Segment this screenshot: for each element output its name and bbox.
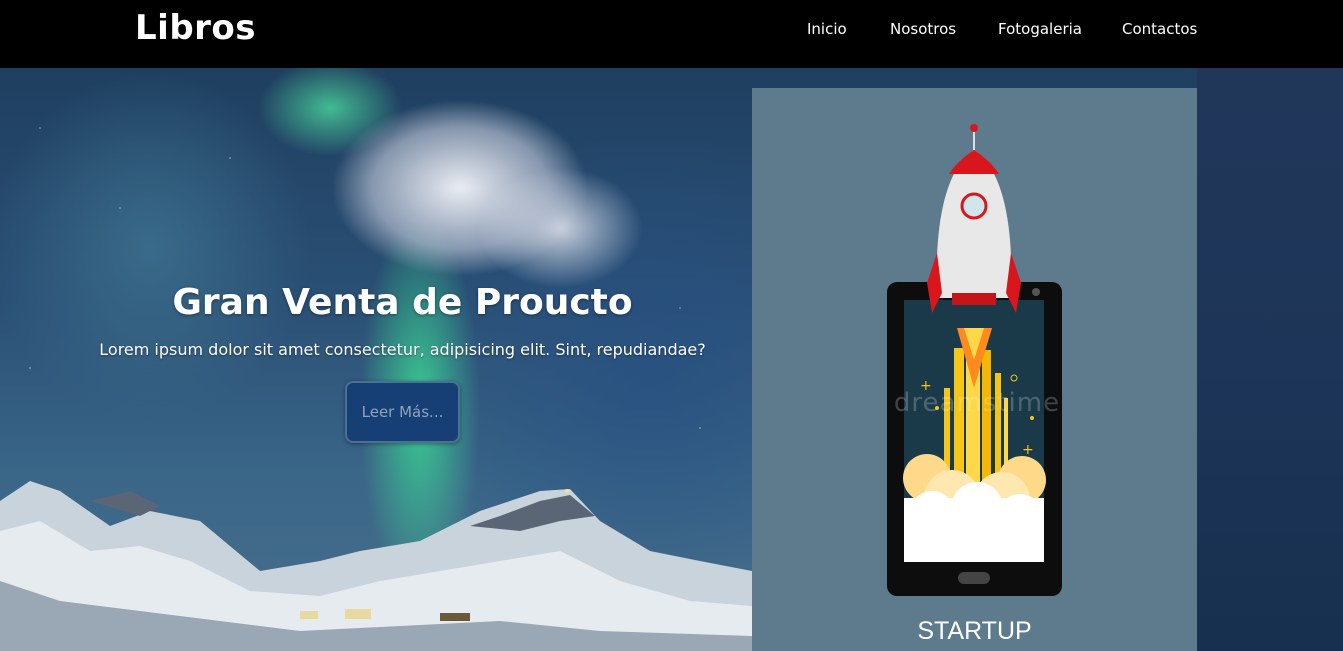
nav-item-contactos[interactable]: Contactos [1122,20,1197,38]
navbar: Libros Inicio Nosotros Fotogaleria Conta… [0,0,1343,68]
brand-logo[interactable]: Libros [135,8,256,48]
hero-title: Gran Venta de Proucto [172,282,633,323]
night-sky [1197,68,1343,651]
rocket-phone-illustration: + + [887,124,1062,596]
startup-card: + + dreamstime STARTUP [752,88,1197,651]
nav-item-nosotros[interactable]: Nosotros [890,20,956,38]
svg-text:+: + [1022,442,1034,458]
hero-content: Gran Venta de Proucto Lorem ipsum dolor … [0,68,805,651]
image-watermark: dreamstime [893,388,1061,418]
nav-item-inicio[interactable]: Inicio [807,20,847,38]
hero-subtitle: Lorem ipsum dolor sit amet consectetur, … [99,340,706,359]
read-more-button[interactable]: Leer Más... [345,381,460,443]
card-caption: STARTUP [917,617,1032,645]
nav-item-fotogaleria[interactable]: Fotogaleria [998,20,1082,38]
